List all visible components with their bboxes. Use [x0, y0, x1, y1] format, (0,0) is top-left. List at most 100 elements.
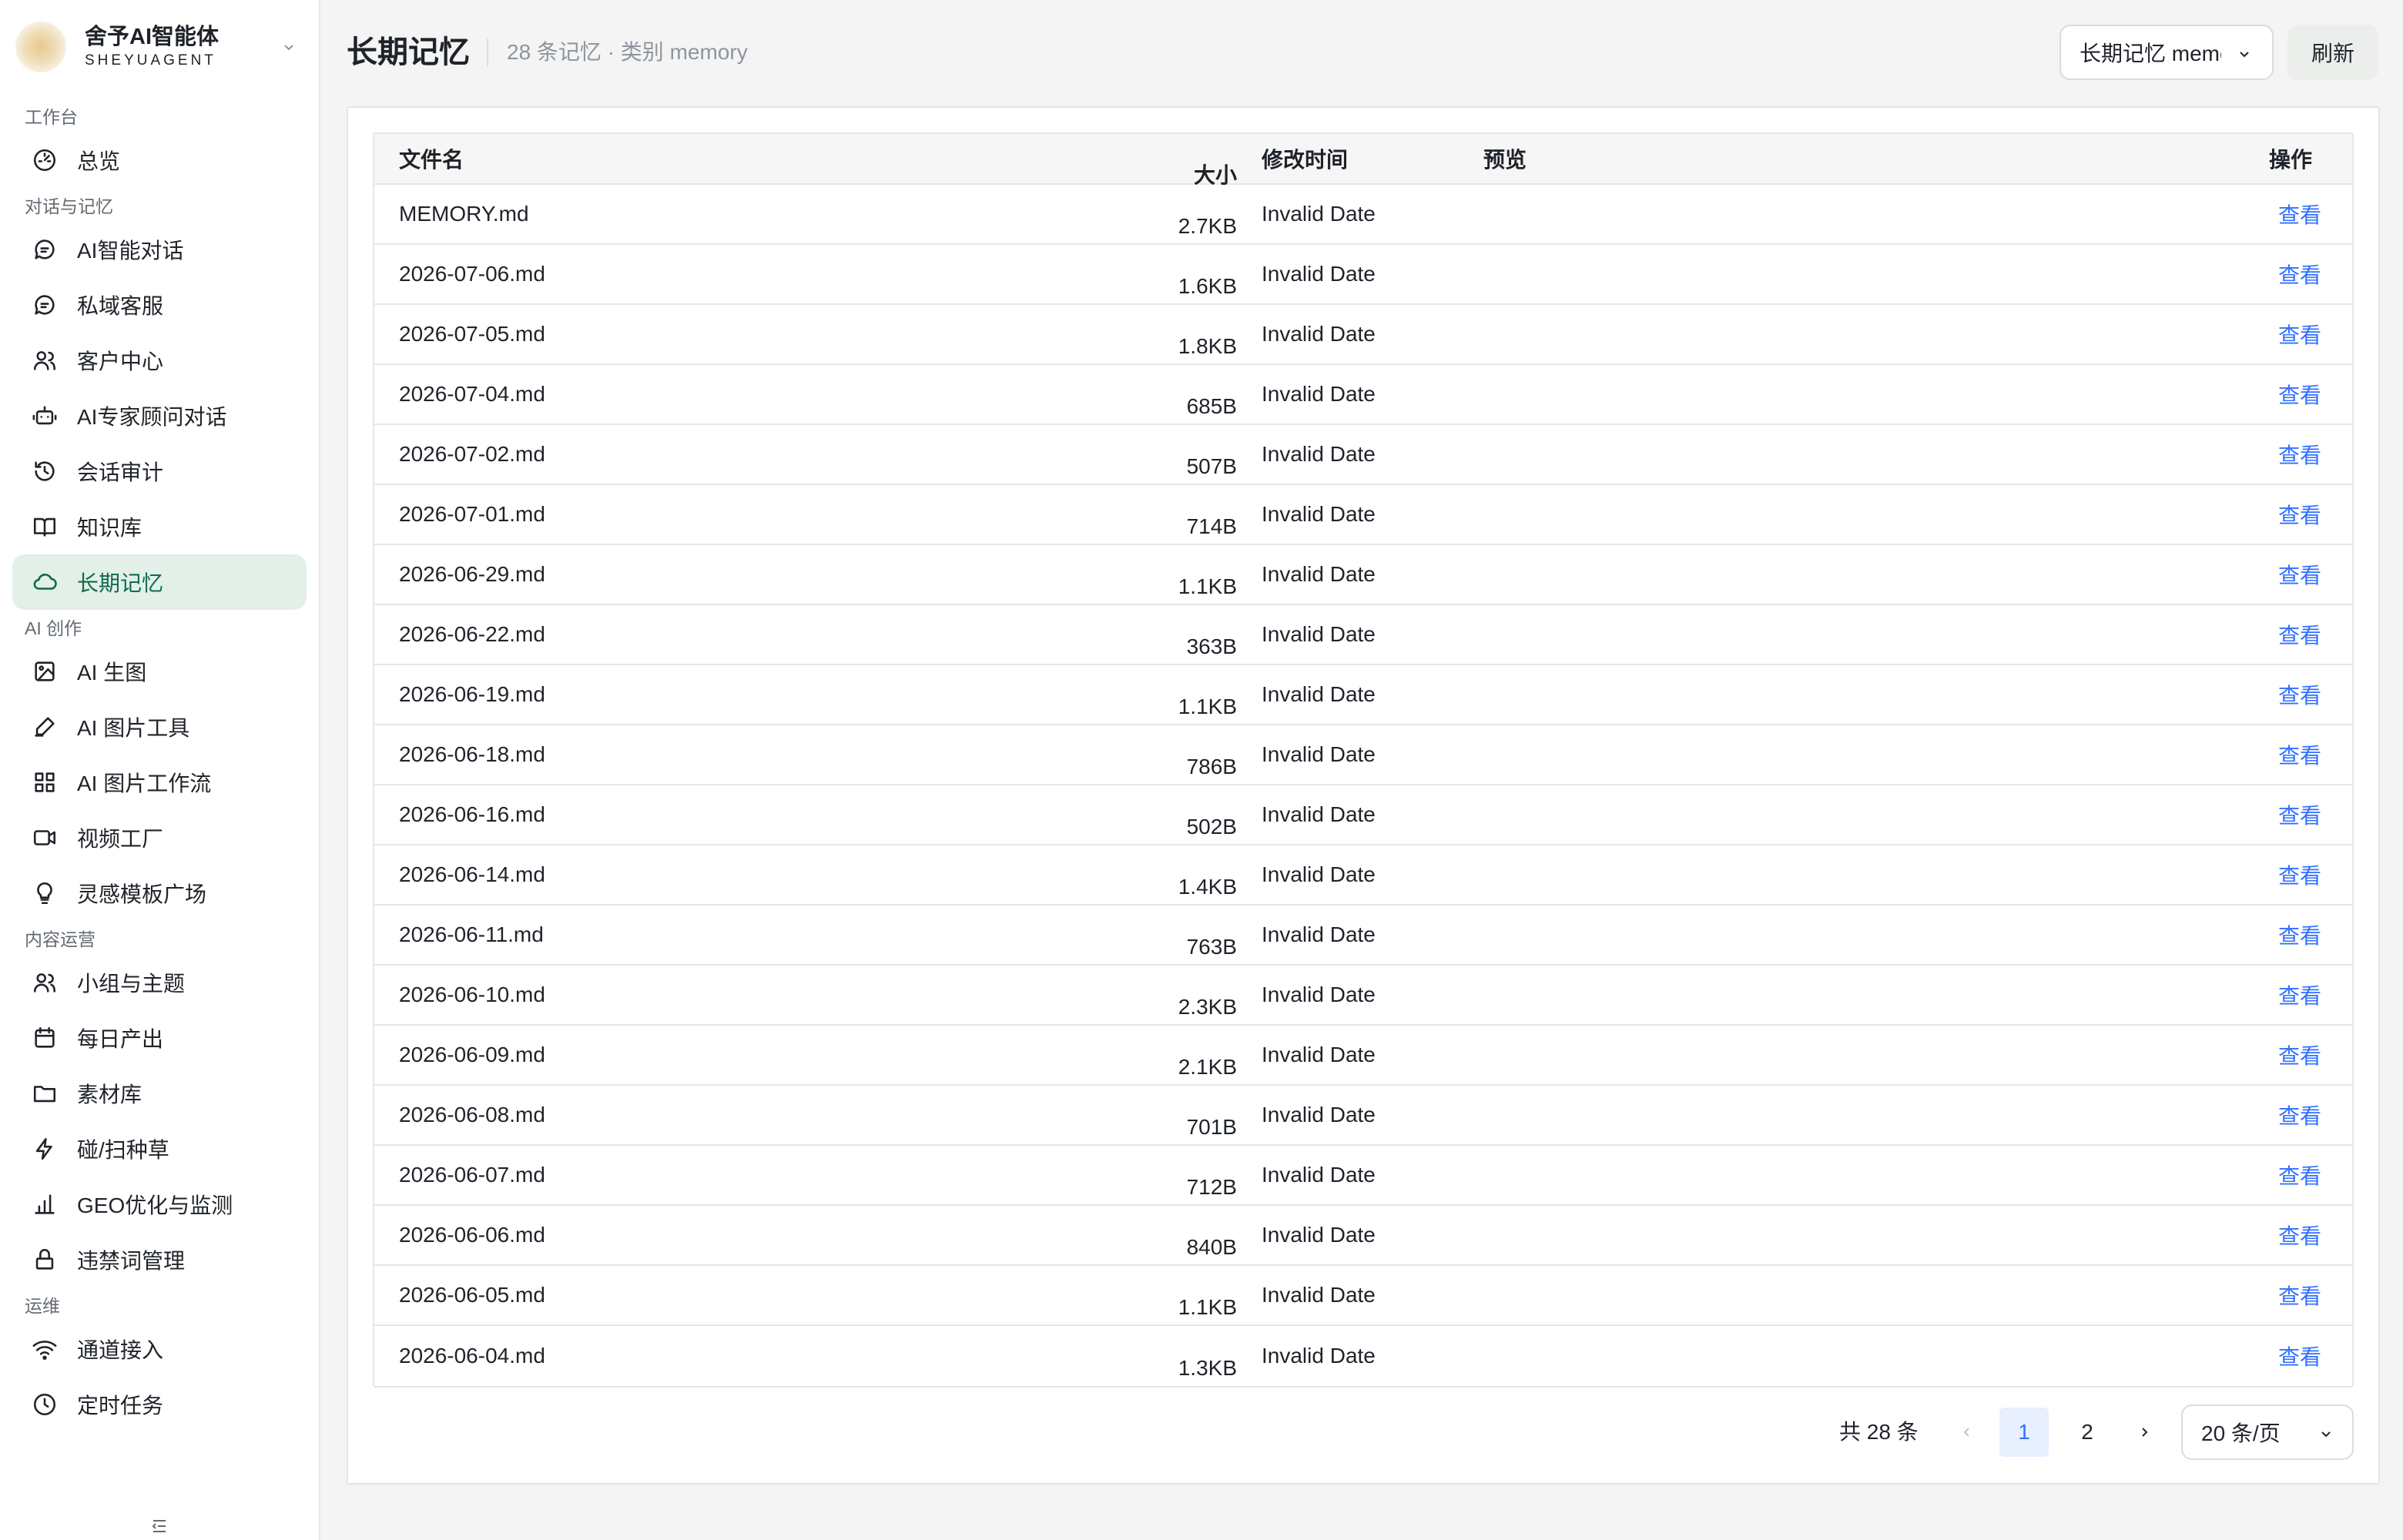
view-link[interactable]: 查看: [2278, 1104, 2321, 1128]
sidebar-item[interactable]: AI智能对话: [12, 222, 307, 277]
brand-name: 舍予AI智能体: [85, 25, 220, 49]
view-link[interactable]: 查看: [2278, 1284, 2321, 1308]
sidebar-item[interactable]: 碰/扫种草: [12, 1121, 307, 1177]
page-button-2[interactable]: 2: [2063, 1408, 2112, 1457]
memory-category-select[interactable]: 长期记忆 memory: [2059, 25, 2274, 80]
nav-group-label: 对话与记忆: [25, 196, 113, 216]
chat-bubble-icon: [31, 236, 59, 263]
sidebar-item[interactable]: AI 生图: [12, 644, 307, 699]
sidebar-item[interactable]: 总览: [12, 132, 307, 188]
brand-subtitle: SHEYUAGENT: [85, 52, 216, 69]
refresh-button[interactable]: 刷新: [2287, 25, 2378, 80]
table-row: 2026-07-01.md 714B Invalid Date 查看: [374, 485, 2352, 545]
sidebar-item-label: 碰/扫种草: [77, 1138, 169, 1162]
sidebar-item[interactable]: 知识库: [12, 499, 307, 554]
view-link[interactable]: 查看: [2278, 383, 2321, 407]
view-link[interactable]: 查看: [2278, 864, 2321, 888]
brand[interactable]: 舍予AI智能体 SHEYUAGENT: [15, 12, 305, 82]
sidebar-item-label: 会话审计: [77, 460, 164, 484]
page-button-1[interactable]: 1: [1999, 1408, 2049, 1457]
sidebar-item[interactable]: AI 图片工作流: [12, 755, 307, 810]
nav-group-label: AI 创作: [25, 618, 82, 638]
view-link[interactable]: 查看: [2278, 323, 2321, 347]
sidebar-item[interactable]: 视频工厂: [12, 810, 307, 865]
view-link[interactable]: 查看: [2278, 504, 2321, 527]
file-name: 2026-07-04.md: [399, 382, 545, 406]
view-link[interactable]: 查看: [2278, 684, 2321, 708]
table-row: 2026-06-11.md 763B Invalid Date 查看: [374, 906, 2352, 966]
sidebar-item[interactable]: 小组与主题: [12, 955, 307, 1010]
view-link[interactable]: 查看: [2278, 263, 2321, 287]
view-link[interactable]: 查看: [2278, 984, 2321, 1008]
view-link[interactable]: 查看: [2278, 564, 2321, 588]
sidebar-item[interactable]: 会话审计: [12, 444, 307, 499]
sidebar-item[interactable]: 素材库: [12, 1066, 307, 1121]
file-name: 2026-06-10.md: [399, 983, 545, 1006]
sidebar-item[interactable]: 通道接入: [12, 1321, 307, 1377]
sidebar-item-label: AI专家顾问对话: [77, 405, 227, 429]
table-row: 2026-06-22.md 363B Invalid Date 查看: [374, 605, 2352, 665]
view-link[interactable]: 查看: [2278, 1044, 2321, 1068]
view-link[interactable]: 查看: [2278, 924, 2321, 948]
table-row: 2026-07-06.md 1.6KB Invalid Date 查看: [374, 245, 2352, 305]
modified-time: Invalid Date: [1262, 502, 1376, 526]
sidebar-item-label: 灵感模板广场: [77, 882, 207, 906]
nav-group-label: 运维: [25, 1296, 60, 1316]
nav-group-label: 内容运营: [25, 929, 96, 949]
page-size-select[interactable]: 20 条/页: [2181, 1404, 2354, 1460]
sidebar-item-label: 知识库: [77, 516, 142, 540]
chevron-right-icon[interactable]: [2129, 1417, 2160, 1448]
file-size: 2.7KB: [1178, 214, 1237, 238]
page-size-value: 20 条/页: [2201, 1421, 2281, 1445]
sidebar-item[interactable]: 定时任务: [12, 1377, 307, 1432]
view-link[interactable]: 查看: [2278, 1345, 2321, 1369]
table-row: 2026-06-06.md 840B Invalid Date 查看: [374, 1206, 2352, 1266]
sidebar-item[interactable]: 违禁词管理: [12, 1232, 307, 1287]
pagination: 共 28 条 1 2 20 条/页: [348, 1404, 2381, 1460]
users-icon: [31, 346, 59, 374]
sidebar-item-label: 素材库: [77, 1083, 142, 1106]
view-link[interactable]: 查看: [2278, 1224, 2321, 1248]
view-link[interactable]: 查看: [2278, 804, 2321, 828]
robot-icon: [31, 402, 59, 430]
sidebar-item-label: AI 生图: [77, 661, 147, 685]
file-name: 2026-06-14.md: [399, 862, 545, 886]
file-size: 363B: [1186, 634, 1237, 658]
view-link[interactable]: 查看: [2278, 624, 2321, 648]
file-name: 2026-06-22.md: [399, 622, 545, 646]
sidebar-item-label: 客户中心: [77, 350, 164, 373]
sidebar-item[interactable]: AI专家顾问对话: [12, 388, 307, 444]
column-header-name: 文件名: [399, 148, 464, 172]
sidebar-item[interactable]: 长期记忆: [12, 554, 307, 610]
sidebar-item[interactable]: GEO优化与监测: [12, 1177, 307, 1232]
modified-time: Invalid Date: [1262, 1223, 1376, 1247]
modified-time: Invalid Date: [1262, 1163, 1376, 1187]
pagination-total: 共 28 条: [1839, 1420, 1919, 1444]
title-divider: [487, 38, 488, 66]
table-row: 2026-07-04.md 685B Invalid Date 查看: [374, 365, 2352, 425]
chevron-left-icon[interactable]: [1952, 1417, 1982, 1448]
sidebar-item-label: 每日产出: [77, 1027, 164, 1051]
chat-bubble-icon: [31, 291, 59, 319]
file-size: 1.1KB: [1178, 1295, 1237, 1319]
view-link[interactable]: 查看: [2278, 203, 2321, 227]
column-header-op: 操作: [2268, 148, 2312, 172]
file-size: 502B: [1186, 815, 1237, 839]
view-link[interactable]: 查看: [2278, 744, 2321, 768]
view-link[interactable]: 查看: [2278, 1164, 2321, 1188]
sidebar-item[interactable]: 灵感模板广场: [12, 865, 307, 921]
sidebar-item-label: 小组与主题: [77, 972, 186, 996]
sidebar-item[interactable]: AI 图片工具: [12, 699, 307, 755]
file-name: 2026-06-19.md: [399, 682, 545, 706]
sidebar-item[interactable]: 私域客服: [12, 277, 307, 333]
chevron-down-icon[interactable]: [277, 35, 300, 59]
modified-time: Invalid Date: [1262, 1344, 1376, 1368]
folder-icon: [31, 1080, 59, 1107]
collapse-sidebar-icon[interactable]: [146, 1517, 173, 1535]
view-link[interactable]: 查看: [2278, 444, 2321, 467]
sidebar-item[interactable]: 客户中心: [12, 333, 307, 388]
chevron-down-icon: [2315, 1423, 2337, 1445]
modified-time: Invalid Date: [1262, 442, 1376, 466]
sidebar-item-label: AI 图片工具: [77, 716, 190, 740]
sidebar-item[interactable]: 每日产出: [12, 1010, 307, 1066]
